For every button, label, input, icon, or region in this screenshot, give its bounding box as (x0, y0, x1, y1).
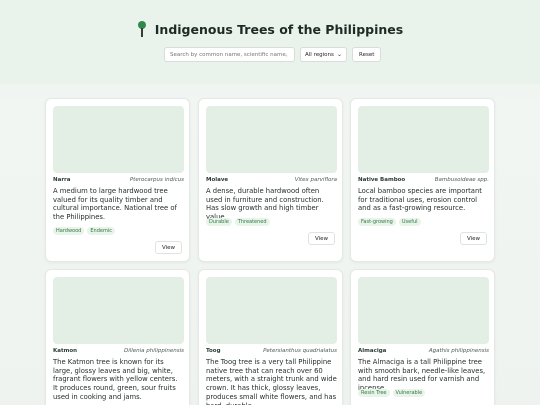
tree-card: Almaciga Agathis philippinensis The Alma… (350, 269, 495, 405)
scientific-name: Agathis philippinensis (428, 348, 489, 354)
tag-badge: Threatened (234, 218, 270, 226)
region-select-value: All regions (305, 51, 334, 58)
tag-badge: Vulnerable (392, 389, 426, 397)
tree-description: The Katmon tree is known for its large, … (53, 358, 178, 401)
page-title: Indigenous Trees of the Philippines (154, 21, 404, 37)
filter-bar: All regions ⌄ Reset (164, 47, 382, 62)
scientific-name: Bambusoideae spp. (434, 177, 489, 183)
tag-badge: Resin Tree (358, 389, 390, 397)
tree-image-placeholder (53, 277, 184, 344)
tree-description: The Toog tree is a very tall Philippine … (206, 358, 337, 405)
tree-card: Toog Petersianthus quadrialatus The Toog… (198, 269, 343, 405)
tree-card: Katmon Dillenia philippinensis The Katmo… (45, 269, 190, 405)
tag-badge: Useful (398, 218, 421, 226)
scientific-name: Vitex parviflora (294, 177, 337, 183)
common-name: Toog (206, 348, 221, 354)
tag-badge: Endemic (87, 227, 115, 235)
tree-image-placeholder (358, 277, 489, 344)
header-background (0, 0, 540, 84)
view-button[interactable]: View (154, 241, 182, 254)
tag-badge: Hardwood (53, 227, 85, 235)
view-button[interactable]: View (459, 232, 487, 245)
region-select[interactable]: All regions ⌄ (300, 47, 347, 62)
tree-image-placeholder (206, 277, 337, 344)
scientific-name: Petersianthus quadrialatus (263, 348, 337, 354)
common-name: Molave (206, 177, 229, 183)
scientific-name: Pterocarpus indicus (129, 177, 184, 183)
common-name: Narra (53, 177, 71, 183)
common-name: Native Bamboo (358, 177, 406, 183)
tag-badge: Durable (206, 218, 232, 226)
tree-description: The Almaciga is a tall Philippine tree w… (358, 358, 486, 392)
map-pin-icon (137, 21, 147, 37)
search-input[interactable] (164, 47, 295, 62)
scientific-name: Dillenia philippinensis (123, 348, 184, 354)
tree-description: A medium to large hardwood tree valued f… (53, 187, 177, 222)
tree-card: Narra Pterocarpus indicus A medium to la… (45, 98, 190, 262)
header: Indigenous Trees of the Philippines (0, 18, 540, 40)
chevron-down-icon: ⌄ (336, 51, 342, 58)
tree-card: Native Bamboo Bambusoideae spp. Local ba… (350, 98, 495, 262)
tree-card: Molave Vitex parviflora A dense, durable… (198, 98, 343, 262)
view-button[interactable]: View (307, 232, 335, 245)
tree-description: Local bamboo species are important for t… (358, 187, 482, 213)
tree-image-placeholder (206, 106, 337, 173)
reset-button[interactable]: Reset (352, 47, 382, 62)
tree-image-placeholder (53, 106, 184, 173)
tree-description: A dense, durable hardwood often used in … (206, 187, 324, 221)
tree-image-placeholder (358, 106, 489, 173)
tag-badge: Fast-growing (358, 218, 396, 226)
common-name: Almaciga (358, 348, 387, 354)
common-name: Katmon (53, 348, 78, 354)
